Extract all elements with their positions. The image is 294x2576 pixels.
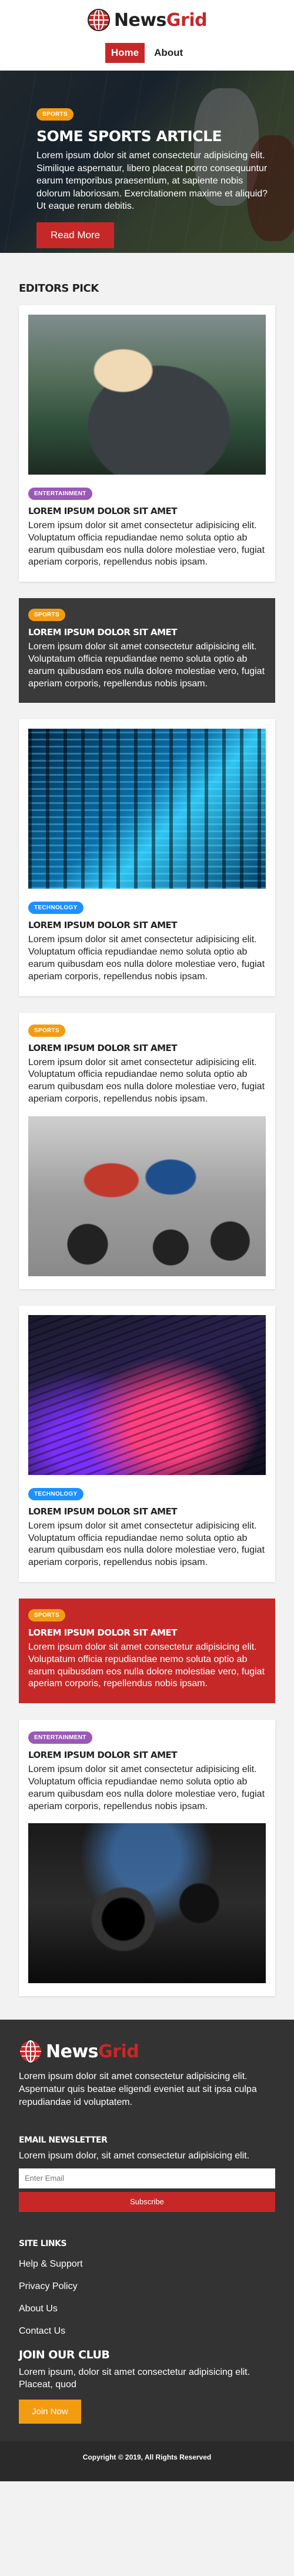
- nav-home-link[interactable]: Home: [105, 43, 145, 63]
- category-badge[interactable]: SPORTS: [36, 108, 74, 121]
- article-excerpt: Lorem ipsum dolor sit amet consectetur a…: [28, 1057, 265, 1104]
- editors-pick-title: EDITORS PICK: [19, 282, 99, 295]
- site-footer: NewsGrid Lorem ipsum dolor sit amet cons…: [0, 2020, 294, 2481]
- globe-icon: [87, 9, 110, 31]
- article-card[interactable]: SPORTS LOREM IPSUM DOLOR SIT AMET Lorem …: [19, 1598, 275, 1704]
- article-card[interactable]: TECHNOLOGY LOREM IPSUM DOLOR SIT AMET Lo…: [19, 1305, 275, 1582]
- globe-icon: [20, 2040, 41, 2063]
- article-title[interactable]: LOREM IPSUM DOLOR SIT AMET: [28, 1627, 266, 1638]
- article-card[interactable]: SPORTS LOREM IPSUM DOLOR SIT AMET Lorem …: [19, 1012, 275, 1289]
- footer-brand-name: NewsGrid: [46, 2041, 139, 2062]
- category-badge[interactable]: ENTERTAINMENT: [28, 488, 92, 500]
- article-excerpt: Lorem ipsum dolor sit amet consectetur a…: [28, 1641, 265, 1689]
- footer-link-about[interactable]: About Us: [19, 2304, 275, 2314]
- article-excerpt: Lorem ipsum dolor sit amet consectetur a…: [28, 1764, 265, 1811]
- nav-about-link[interactable]: About: [148, 43, 189, 63]
- category-badge[interactable]: ENTERTAINMENT: [28, 1731, 92, 1744]
- category-badge[interactable]: SPORTS: [28, 609, 65, 622]
- article-excerpt: Lorem ipsum dolor sit amet consectetur a…: [28, 935, 265, 982]
- subscribe-button[interactable]: Subscribe: [19, 2191, 275, 2212]
- article-card[interactable]: TECHNOLOGY LOREM IPSUM DOLOR SIT AMET Lo…: [19, 719, 275, 996]
- article-image[interactable]: [28, 1116, 266, 1276]
- category-badge[interactable]: SPORTS: [28, 1609, 65, 1621]
- copyright: Copyright © 2019, All Rights Reserved: [0, 2441, 294, 2481]
- main-nav: Home About: [0, 43, 294, 63]
- join-now-button[interactable]: Join Now: [19, 2399, 81, 2424]
- newsletter-text: Lorem ipsum dolor, sit amet consectetur …: [19, 2151, 250, 2161]
- editors-pick-list: ENTERTAINMENT LOREM IPSUM DOLOR SIT AMET…: [0, 305, 294, 1997]
- article-image[interactable]: [28, 315, 266, 475]
- hero-content: SPORTS SOME SPORTS ARTICLE Lorem ipsum d…: [36, 108, 278, 248]
- article-image[interactable]: [28, 1314, 266, 1475]
- hero-section: SPORTS SOME SPORTS ARTICLE Lorem ipsum d…: [0, 71, 294, 253]
- hero-description: Lorem ipsum dolor sit amet consectetur a…: [36, 151, 268, 212]
- footer-link-contact[interactable]: Contact Us: [19, 2326, 275, 2337]
- hero-title: SOME SPORTS ARTICLE: [36, 128, 222, 145]
- footer-link-help[interactable]: Help & Support: [19, 2259, 275, 2270]
- category-badge[interactable]: TECHNOLOGY: [28, 902, 83, 915]
- site-header: NewsGrid Home About: [0, 0, 294, 71]
- brand-logo[interactable]: NewsGrid: [87, 8, 208, 32]
- category-badge[interactable]: TECHNOLOGY: [28, 1487, 83, 1500]
- newsletter-title: EMAIL NEWSLETTER: [19, 2135, 108, 2145]
- footer-link-privacy[interactable]: Privacy Policy: [19, 2281, 275, 2292]
- email-input[interactable]: [19, 2168, 275, 2188]
- article-title[interactable]: LOREM IPSUM DOLOR SIT AMET: [28, 920, 266, 930]
- site-links-title: SITE LINKS: [19, 2238, 67, 2248]
- article-title[interactable]: LOREM IPSUM DOLOR SIT AMET: [28, 506, 266, 516]
- article-title[interactable]: LOREM IPSUM DOLOR SIT AMET: [28, 1750, 266, 1760]
- footer-brand-logo[interactable]: NewsGrid: [19, 2040, 275, 2063]
- footer-description: Lorem ipsum dolor sit amet consectetur a…: [19, 2071, 257, 2107]
- brand-name: NewsGrid: [113, 9, 208, 31]
- article-title[interactable]: LOREM IPSUM DOLOR SIT AMET: [28, 1506, 266, 1517]
- article-card[interactable]: SPORTS LOREM IPSUM DOLOR SIT AMET Lorem …: [19, 598, 275, 703]
- article-card[interactable]: ENTERTAINMENT LOREM IPSUM DOLOR SIT AMET…: [19, 305, 275, 582]
- article-excerpt: Lorem ipsum dolor sit amet consectetur a…: [28, 1520, 265, 1568]
- article-excerpt: Lorem ipsum dolor sit amet consectetur a…: [28, 520, 265, 568]
- article-image[interactable]: [28, 729, 266, 889]
- category-badge[interactable]: SPORTS: [28, 1024, 65, 1037]
- article-title[interactable]: LOREM IPSUM DOLOR SIT AMET: [28, 1043, 266, 1053]
- club-text: Lorem ipsum, dolor sit amet consectetur …: [19, 2367, 250, 2390]
- article-card[interactable]: ENTERTAINMENT LOREM IPSUM DOLOR SIT AMET…: [19, 1720, 275, 1997]
- club-title: JOIN OUR CLUB: [19, 2348, 110, 2361]
- article-image[interactable]: [28, 1823, 266, 1984]
- article-title[interactable]: LOREM IPSUM DOLOR SIT AMET: [28, 627, 266, 638]
- read-more-button[interactable]: Read More: [36, 222, 115, 248]
- site-links-list: Help & Support Privacy Policy About Us C…: [19, 2259, 275, 2337]
- article-excerpt: Lorem ipsum dolor sit amet consectetur a…: [28, 642, 265, 689]
